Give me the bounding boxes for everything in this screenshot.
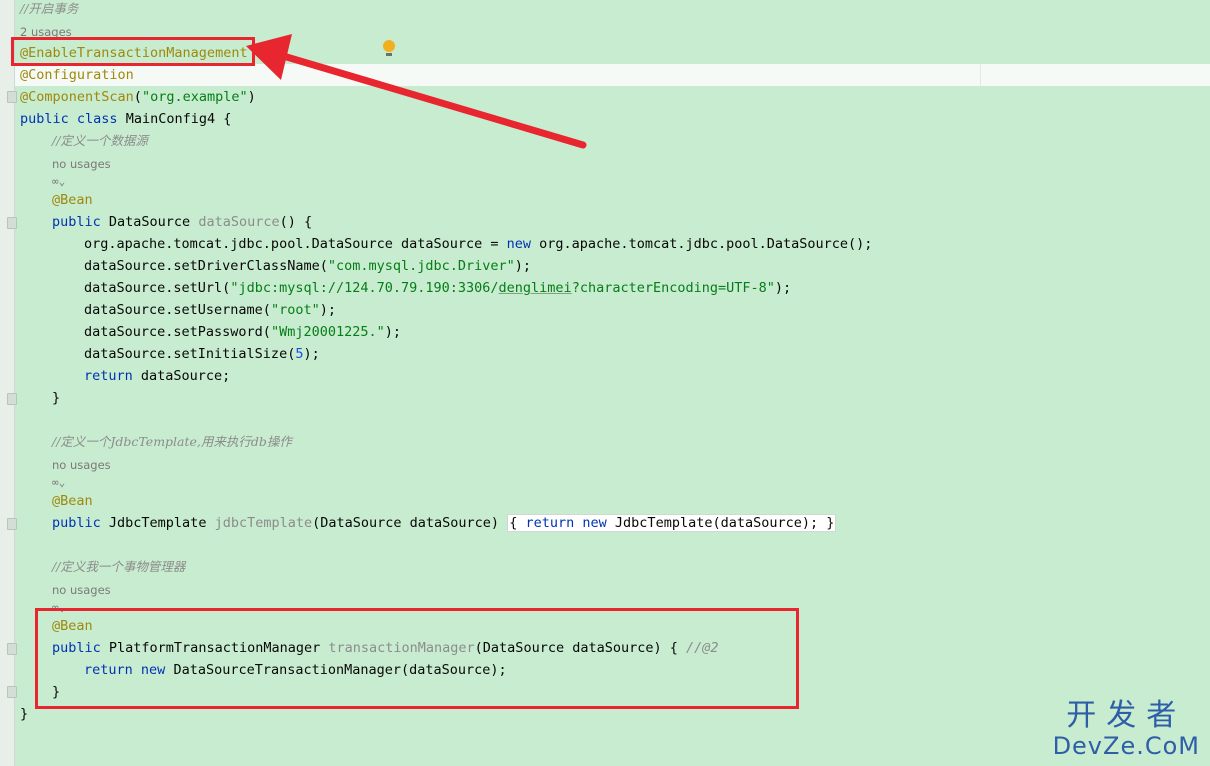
code-line-new-datasource: org.apache.tomcat.jdbc.pool.DataSource d… xyxy=(84,236,873,252)
fold-marker[interactable] xyxy=(7,393,17,405)
code-line-set-password: dataSource.setPassword("Wmj20001225."); xyxy=(84,324,401,340)
code-line-jdbctemplate-method: public JdbcTemplate jdbcTemplate(DataSou… xyxy=(52,514,837,532)
comment-start-transaction: //开启事务 xyxy=(20,1,79,16)
annotation-bean: @Bean xyxy=(52,493,93,509)
no-usages-hint[interactable]: no usages xyxy=(52,582,111,598)
highlight-box-annotation xyxy=(11,37,255,66)
code-line-set-url: dataSource.setUrl("jdbc:mysql://124.70.7… xyxy=(84,280,792,296)
current-line-highlight xyxy=(15,64,1210,86)
watermark-logo: 开发者 DevZe.CoM xyxy=(1052,698,1200,761)
code-line-set-username: dataSource.setUsername("root"); xyxy=(84,302,336,318)
fold-marker[interactable] xyxy=(7,217,17,229)
code-line-datasource-method: public DataSource dataSource() { xyxy=(52,214,313,230)
code-line-set-driver: dataSource.setDriverClassName("com.mysql… xyxy=(84,258,532,274)
annotation-configuration: @Configuration xyxy=(20,67,134,83)
bean-gutter-icon[interactable]: ∞⌄ xyxy=(52,174,65,190)
code-line-set-initial-size: dataSource.setInitialSize(5); xyxy=(84,346,320,362)
no-usages-hint[interactable]: no usages xyxy=(52,457,111,473)
code-line-close-brace: } xyxy=(52,390,61,406)
comment-define-transaction-manager: //定义我一个事物管理器 xyxy=(52,559,186,574)
fold-marker[interactable] xyxy=(7,643,17,655)
code-line-class-close: } xyxy=(20,706,29,722)
comment-define-datasource: //定义一个数据源 xyxy=(52,133,148,148)
fold-marker[interactable] xyxy=(7,91,17,103)
code-line-return-datasource: return dataSource; xyxy=(84,368,231,384)
comment-define-jdbctemplate: //定义一个JdbcTemplate,用来执行db操作 xyxy=(52,434,292,449)
annotation-bean: @Bean xyxy=(52,192,93,208)
bean-gutter-icon[interactable]: ∞⌄ xyxy=(52,475,65,491)
fold-marker[interactable] xyxy=(7,686,17,698)
code-line-class-declaration: public class MainConfig4 { xyxy=(20,111,232,127)
code-line-componentscan: @ComponentScan("org.example") xyxy=(20,89,256,105)
folded-region[interactable]: { return new JdbcTemplate(dataSource); } xyxy=(507,514,837,532)
highlight-box-transaction-manager xyxy=(35,608,799,709)
no-usages-hint[interactable]: no usages xyxy=(52,156,111,172)
fold-marker[interactable] xyxy=(7,518,17,530)
lightbulb-icon[interactable] xyxy=(383,40,395,56)
